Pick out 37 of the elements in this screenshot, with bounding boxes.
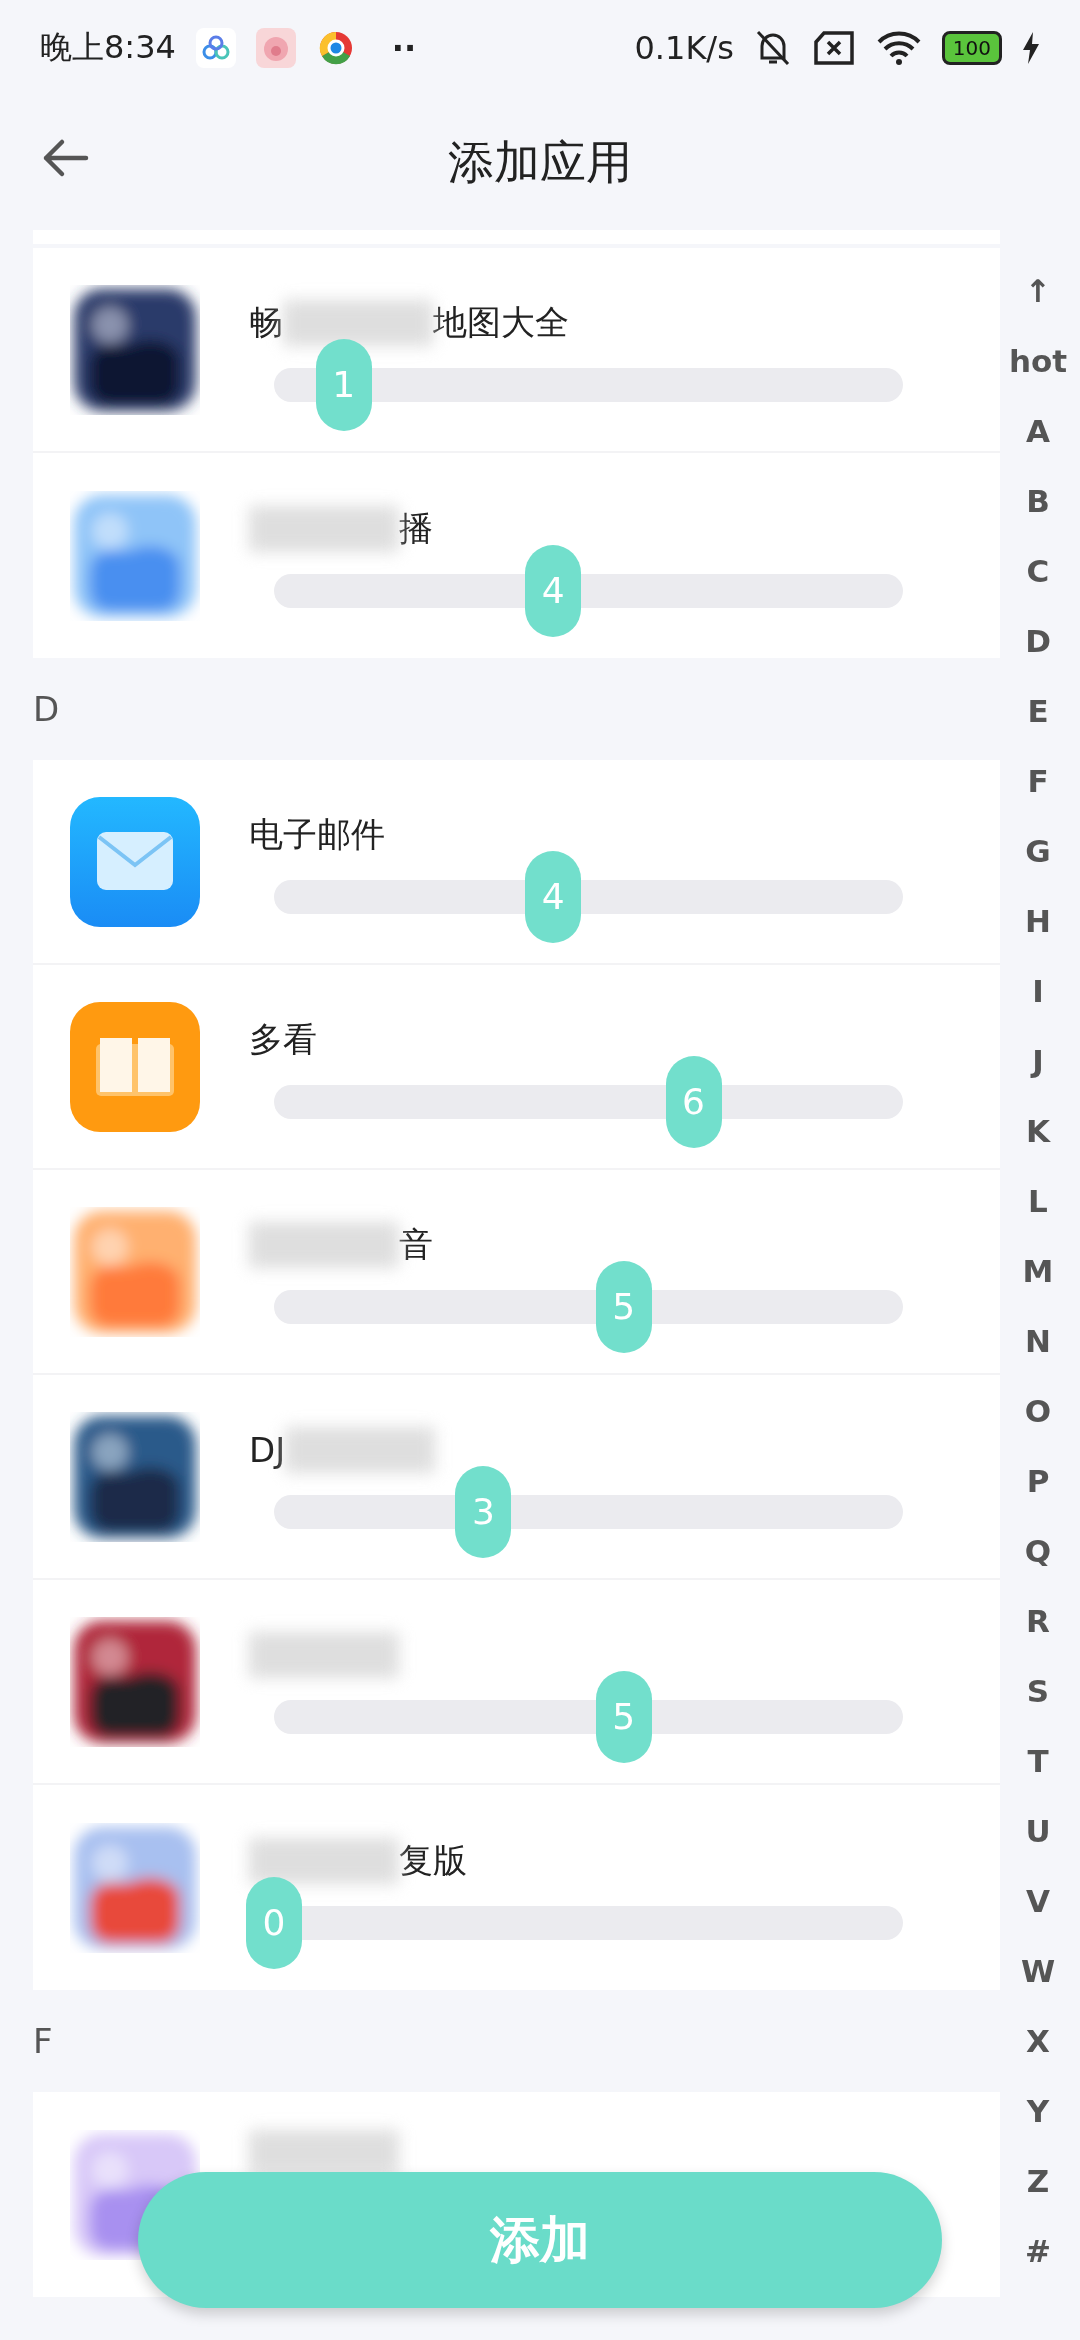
index-letter[interactable]: Z (1026, 2146, 1050, 2216)
index-letter[interactable]: W (1020, 1936, 1056, 2006)
index-letter[interactable]: K (1026, 1096, 1050, 1166)
index-letter[interactable]: L (1028, 1166, 1048, 1236)
index-letter[interactable]: V (1026, 1866, 1050, 1936)
index-letter[interactable]: B (1026, 466, 1050, 536)
index-letter[interactable]: R (1026, 1586, 1050, 1656)
index-letter[interactable]: E (1027, 676, 1049, 746)
index-letter[interactable]: Q (1024, 1516, 1052, 1586)
index-letter[interactable]: F (1027, 746, 1049, 816)
index-letter[interactable]: G (1025, 816, 1051, 886)
index-letter[interactable]: D (1025, 606, 1051, 676)
clock: 晚上8:34 (40, 27, 176, 68)
index-letter[interactable]: O (1024, 1376, 1052, 1446)
index-letter[interactable]: H (1025, 886, 1051, 956)
section-letter: D (33, 689, 60, 729)
network-speed: 0.1K/s (634, 29, 734, 67)
section-letter: F (33, 2021, 53, 2061)
index-letter[interactable]: C (1026, 536, 1050, 606)
index-letter[interactable]: J (1032, 1026, 1044, 1096)
index-letter[interactable]: A (1026, 396, 1050, 466)
index-letter[interactable]: Y (1026, 2076, 1050, 2146)
index-letter[interactable]: hot (1008, 326, 1068, 396)
index-letter[interactable]: U (1025, 1796, 1051, 1866)
index-letter[interactable]: ↑ (1025, 256, 1051, 326)
page-title: 添加应用 (448, 134, 632, 191)
app-name: DJ (249, 1429, 286, 1470)
index-letter[interactable]: X (1026, 2006, 1050, 2076)
index-letter[interactable]: I (1032, 956, 1044, 1026)
index-letter[interactable]: M (1022, 1236, 1054, 1306)
index-letter[interactable]: N (1025, 1306, 1051, 1376)
battery-indicator: 100 (941, 31, 1002, 65)
index-letter[interactable]: P (1026, 1446, 1050, 1516)
index-letter[interactable]: S (1026, 1656, 1050, 1726)
index-letter[interactable]: # (1025, 2216, 1051, 2286)
more-notifications: ·· (391, 29, 417, 67)
index-letter[interactable]: T (1027, 1726, 1049, 1796)
